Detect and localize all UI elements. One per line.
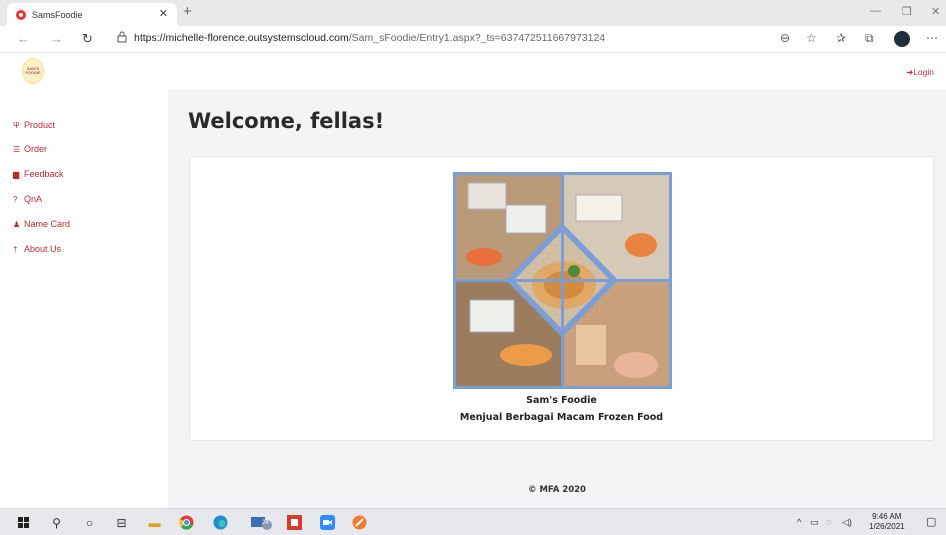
- url-field[interactable]: https://michelle-florence.outsystemsclou…: [134, 32, 605, 44]
- task-view-icon[interactable]: ⊟: [113, 514, 130, 531]
- system-clock[interactable]: 9:46 AM 1/26/2021: [869, 512, 905, 532]
- browser-tab-strip: SamsFoodie ✕ + — ❐ ✕: [0, 0, 946, 26]
- collections-icon[interactable]: ⧉: [865, 31, 874, 46]
- search-icon[interactable]: ⚲: [48, 514, 65, 531]
- sidebar-item-label: Product: [24, 120, 56, 130]
- forward-icon[interactable]: →: [50, 31, 63, 46]
- restore-icon[interactable]: ❐: [902, 5, 912, 18]
- footer-copyright: © MFA 2020: [528, 485, 586, 495]
- food-collage-image: [453, 172, 672, 389]
- question-icon: ?: [13, 195, 18, 204]
- caption-title: Sam's Foodie: [526, 395, 597, 406]
- clock-time: 9:46 AM: [872, 512, 902, 521]
- paint-icon[interactable]: [351, 514, 368, 531]
- edge-icon[interactable]: [212, 514, 229, 531]
- back-icon[interactable]: ←: [17, 31, 30, 46]
- site-logo[interactable]: SAM'S FOODIE: [22, 58, 44, 84]
- sidebar-item-qna[interactable]: ? QnA: [13, 194, 42, 204]
- notifications-icon[interactable]: ▢: [926, 515, 936, 528]
- site-header: SAM'S FOODIE ➜Login: [0, 53, 946, 89]
- login-label: Login: [913, 67, 934, 77]
- sidebar-item-label: QnA: [24, 194, 43, 204]
- users-icon: ♟: [13, 220, 21, 229]
- clock-date: 1/26/2021: [869, 522, 905, 531]
- window-close-icon[interactable]: ✕: [931, 5, 940, 18]
- more-icon[interactable]: ⋯: [926, 31, 938, 45]
- login-link[interactable]: ➜Login: [906, 67, 934, 78]
- office-icon[interactable]: [286, 514, 303, 531]
- caption-subtitle: Menjual Berbagai Macam Frozen Food: [459, 412, 664, 423]
- tab-title: SamsFoodie: [32, 9, 83, 20]
- zoom-app-icon[interactable]: [319, 514, 336, 531]
- favorites-icon[interactable]: ✰: [836, 31, 846, 45]
- address-bar-row: ← → ↻ https://michelle-florence.outsyste…: [0, 26, 946, 53]
- chrome-icon[interactable]: [178, 514, 195, 531]
- sidebar-item-name-card[interactable]: ♟ Name Card: [13, 219, 70, 229]
- message-icon: ▆: [13, 170, 20, 179]
- sidebar-item-feedback[interactable]: ▆ Feedback: [13, 169, 64, 179]
- lock-icon[interactable]: [117, 31, 127, 43]
- sidebar-item-order[interactable]: ☰ Order: [13, 144, 47, 154]
- file-explorer-icon[interactable]: ▬: [146, 514, 163, 531]
- mail-icon[interactable]: 24: [250, 514, 274, 531]
- sidebar-item-label: Order: [24, 144, 48, 154]
- network-icon[interactable]: ◌: [826, 517, 831, 527]
- windows-taskbar: ⚲ ○ ⊟ ▬ 24 ^ ▭ ◌ ◁) 9:46 AM 1/26/2021 ▢: [0, 508, 946, 535]
- battery-icon[interactable]: ▭: [810, 517, 819, 528]
- zoom-icon[interactable]: ⊖: [780, 31, 790, 45]
- new-tab-icon[interactable]: +: [183, 3, 192, 20]
- show-hidden-icons-icon[interactable]: ^: [797, 517, 801, 527]
- browser-tab[interactable]: SamsFoodie ✕: [7, 3, 177, 26]
- main-content: Welcome, fellas! Sam's Foodie Menjual Be…: [168, 89, 946, 508]
- web-page: SAM'S FOODIE ➜Login Ψ Product ☰ Order ▆ Fee…: [0, 53, 946, 508]
- tab-close-icon[interactable]: ✕: [159, 7, 168, 20]
- profile-avatar[interactable]: [894, 31, 910, 47]
- refresh-icon[interactable]: ↻: [82, 31, 93, 47]
- sidebar-item-label: Feedback: [24, 169, 64, 179]
- sidebar-item-product[interactable]: Ψ Product: [13, 120, 55, 130]
- favorite-star-icon[interactable]: ☆: [806, 31, 817, 45]
- url-host: https://michelle-florence.outsystemsclou…: [134, 32, 349, 44]
- favicon-icon: [16, 9, 26, 20]
- sidebar-item-label: Name Card: [24, 219, 71, 229]
- cutlery-icon: Ψ: [13, 121, 20, 130]
- sidebar-item-about-us[interactable]: † About Us: [13, 244, 61, 254]
- mail-badge: 24: [262, 520, 269, 526]
- person-icon: †: [13, 245, 18, 254]
- url-path: /Sam_sFoodie/Entry1.aspx?_ts=63747251166…: [348, 32, 606, 44]
- cortana-icon[interactable]: ○: [81, 514, 98, 531]
- content-card: Sam's Foodie Menjual Berbagai Macam Froz…: [189, 156, 934, 441]
- minimize-icon[interactable]: —: [870, 5, 881, 17]
- volume-icon[interactable]: ◁): [842, 517, 852, 528]
- sidebar-item-label: About Us: [24, 244, 62, 254]
- windows-start-icon[interactable]: [15, 514, 32, 531]
- sidebar: Ψ Product ☰ Order ▆ Feedback ? QnA ♟ Name Car…: [0, 89, 168, 508]
- list-icon: ☰: [13, 145, 21, 154]
- page-title: Welcome, fellas!: [188, 109, 385, 133]
